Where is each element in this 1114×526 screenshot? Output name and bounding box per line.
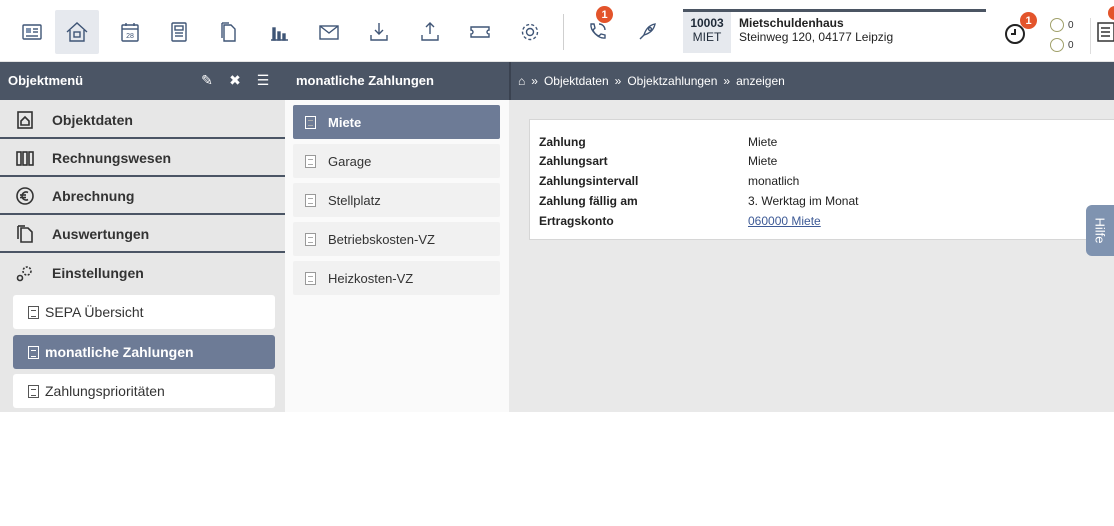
close-filter-icon[interactable]: ✖: [226, 71, 244, 89]
object-info: Mietschuldenhaus Steinweg 120, 04177 Lei…: [731, 12, 901, 53]
detail-row: Zahlungsart Miete: [539, 154, 777, 168]
detail-value: Miete: [748, 135, 778, 149]
object-address: Steinweg 120, 04177 Leipzig: [739, 30, 894, 44]
upload-icon[interactable]: [408, 10, 452, 54]
svg-text:28: 28: [126, 33, 134, 40]
page-footer-area: [0, 412, 1114, 526]
bar-chart-icon[interactable]: [257, 10, 301, 54]
counter-1[interactable]: 0: [1050, 18, 1074, 32]
payment-item-garage[interactable]: Garage: [293, 144, 500, 178]
list-collapse-icon[interactable]: ☰: [254, 71, 272, 89]
person-icon: [1050, 38, 1064, 52]
detail-key: Zahlungsintervall: [539, 174, 639, 188]
rocket-icon[interactable]: [625, 10, 669, 54]
sidebar-item-objektdaten[interactable]: Objektdaten: [0, 102, 285, 139]
calculator-icon[interactable]: [157, 10, 201, 54]
detail-key: Ertragskonto: [539, 214, 614, 228]
ticket-icon[interactable]: [458, 10, 502, 54]
house-doc-icon: [14, 109, 36, 131]
help-tab[interactable]: Hilfe: [1086, 205, 1114, 256]
document-icon: [305, 115, 316, 129]
sidebar-item-abrechnung[interactable]: Abrechnung: [0, 178, 285, 215]
detail-value: Miete: [748, 154, 778, 168]
sidebar-sub-zahlungsprioritaeten[interactable]: Zahlungsprioritäten: [13, 374, 275, 408]
content-area: Zahlung Miete Zahlungsart Miete Zahlungs…: [509, 100, 1114, 412]
mail-icon[interactable]: [307, 10, 351, 54]
toolbar-divider: [563, 14, 564, 50]
home-icon[interactable]: ⌂: [518, 74, 525, 88]
toolbar-divider-right: [1090, 18, 1091, 54]
payments-list: Miete Garage Stellplatz Betriebskosten-V…: [285, 100, 509, 412]
document-icon: [305, 154, 316, 168]
document-icon: [28, 345, 39, 359]
ledger-icon: [14, 147, 36, 169]
payment-item-miete[interactable]: Miete: [293, 105, 500, 139]
detail-row: Ertragskonto 060000 Miete: [539, 214, 821, 228]
object-menu-sidebar: Objektdaten Rechnungswesen Abrechnung Au…: [0, 100, 285, 412]
breadcrumb: ⌂ » Objektdaten » Objektzahlungen » anze…: [518, 74, 785, 88]
documents-icon[interactable]: [207, 10, 251, 54]
sidebar-item-einstellungen[interactable]: Einstellungen: [0, 254, 285, 291]
gears-icon: [14, 262, 36, 284]
contact-card-icon[interactable]: [10, 10, 54, 54]
document-icon: [28, 384, 39, 398]
objektmenu-title: Objektmenü: [8, 73, 84, 88]
notes-badge: [1108, 6, 1114, 20]
document-icon: [305, 232, 316, 246]
object-selector[interactable]: 10003 MIET Mietschuldenhaus Steinweg 120…: [683, 9, 986, 53]
object-number: 10003: [690, 16, 724, 30]
download-icon[interactable]: [357, 10, 401, 54]
payment-item-betriebskosten[interactable]: Betriebskosten-VZ: [293, 222, 500, 256]
payment-item-stellplatz[interactable]: Stellplatz: [293, 183, 500, 217]
clock-badge: 1: [1020, 12, 1037, 29]
tag-filter-icon[interactable]: ✎: [198, 71, 216, 89]
counter-2[interactable]: 0: [1050, 38, 1074, 52]
sidebar-item-rechnungswesen[interactable]: Rechnungswesen: [0, 140, 285, 177]
payment-detail-card: Zahlung Miete Zahlungsart Miete Zahlungs…: [529, 119, 1114, 240]
calendar-icon[interactable]: 28: [108, 10, 152, 54]
breadcrumb-objektdaten[interactable]: Objektdaten: [544, 74, 609, 88]
notes-icon[interactable]: [1096, 20, 1114, 47]
gear-icon[interactable]: [508, 10, 552, 54]
sidebar-sub-monatliche-zahlungen[interactable]: monatliche Zahlungen: [13, 335, 275, 369]
notification-badge: 1: [596, 6, 613, 23]
header-divider: [509, 62, 511, 100]
detail-key: Zahlungsart: [539, 154, 608, 168]
payment-item-heizkosten[interactable]: Heizkosten-VZ: [293, 261, 500, 295]
euro-icon: [14, 185, 36, 207]
breadcrumb-objektzahlungen[interactable]: Objektzahlungen: [627, 74, 717, 88]
menu-actions: ✎ ✖ ☰: [198, 71, 272, 89]
document-icon: [305, 271, 316, 285]
pages-icon: [14, 223, 36, 245]
object-title: Mietschuldenhaus: [739, 16, 844, 30]
header-bar: Objektmenü ✎ ✖ ☰ monatliche Zahlungen ⌂ …: [0, 62, 1114, 100]
section-title: monatliche Zahlungen: [296, 73, 434, 88]
detail-key: Zahlung fällig am: [539, 194, 638, 208]
bulb-icon: [1050, 18, 1064, 32]
object-code: MIET: [692, 30, 722, 44]
document-icon: [305, 193, 316, 207]
detail-value: 3. Werktag im Monat: [748, 194, 859, 208]
sidebar-item-auswertungen[interactable]: Auswertungen: [0, 216, 285, 253]
detail-value: monatlich: [748, 174, 800, 188]
detail-row: Zahlung fällig am 3. Werktag im Monat: [539, 194, 858, 208]
breadcrumb-anzeigen: anzeigen: [736, 74, 785, 88]
home-icon[interactable]: [55, 10, 99, 54]
detail-row: Zahlung Miete: [539, 135, 777, 149]
detail-row: Zahlungsintervall monatlich: [539, 174, 799, 188]
sidebar-sub-sepa[interactable]: SEPA Übersicht: [13, 295, 275, 329]
detail-key: Zahlung: [539, 135, 586, 149]
document-icon: [28, 305, 39, 319]
ertragskonto-link[interactable]: 060000 Miete: [748, 214, 821, 228]
main-toolbar: 28 1 10003 MIET Mietschuldenhaus Steinwe…: [0, 0, 1114, 62]
object-number-block: 10003 MIET: [683, 12, 731, 53]
